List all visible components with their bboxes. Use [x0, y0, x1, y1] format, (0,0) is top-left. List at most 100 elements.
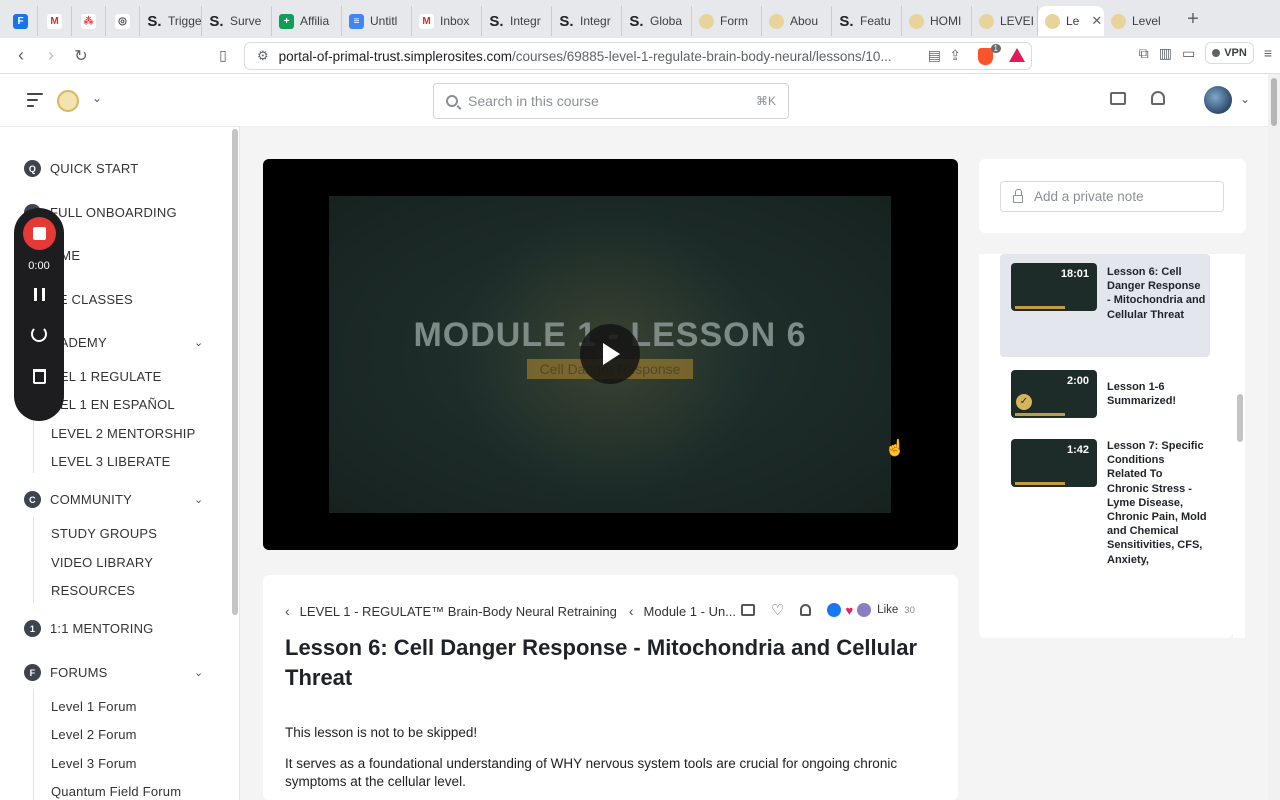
- tab-favicon: ◎: [115, 13, 130, 29]
- url-field[interactable]: ⚙ portal-of-primal-trust.simplerosites.c…: [244, 42, 1032, 70]
- browser-tab[interactable]: HOMI: [902, 6, 972, 36]
- sidebar-subitem[interactable]: VEL 1 EN ESPAÑOL: [51, 397, 175, 412]
- browser-tab[interactable]: ◎: [106, 6, 140, 36]
- tab-label: Form: [720, 14, 748, 28]
- sidebar-item-forums[interactable]: F FORUMS ⌄: [24, 664, 203, 681]
- private-note-input[interactable]: Add a private note: [1000, 181, 1224, 212]
- sidebar-scrollbar[interactable]: [232, 129, 238, 615]
- back-icon[interactable]: ‹: [6, 45, 36, 66]
- stop-recording-button[interactable]: [23, 217, 56, 250]
- sidebar-subitem[interactable]: Level 2 Forum: [51, 727, 137, 742]
- site-settings-icon[interactable]: ⚙: [257, 48, 269, 64]
- chevron-down-icon[interactable]: ⌄: [1240, 92, 1250, 106]
- browser-tab[interactable]: + Affilia: [272, 6, 342, 36]
- browser-tab[interactable]: Level: [1104, 6, 1170, 36]
- mouse-cursor-icon: ☝: [885, 440, 905, 457]
- new-tab-button[interactable]: +: [1178, 8, 1208, 31]
- browser-tab[interactable]: S. Featu: [832, 6, 902, 36]
- playlist-item[interactable]: 1:42 Lesson 7: Specific Conditions Relat…: [1000, 430, 1210, 638]
- nav-divider: [33, 689, 34, 800]
- chat-icon[interactable]: [1110, 92, 1126, 105]
- play-button[interactable]: [580, 324, 640, 384]
- browser-tab[interactable]: Abou: [762, 6, 832, 36]
- sidebar-subitem[interactable]: Level 1 Forum: [51, 699, 137, 714]
- breadcrumb-module-link[interactable]: Module 1 - Un...: [644, 604, 737, 619]
- pause-icon[interactable]: [34, 288, 45, 301]
- thumbs-up-reaction-icon: [827, 603, 842, 617]
- close-tab-icon[interactable]: ✕: [1091, 13, 1102, 29]
- browser-tab[interactable]: ≡ Untitl: [342, 6, 412, 36]
- playlist-scrollbar[interactable]: [1233, 254, 1245, 638]
- sidebar-subitem[interactable]: VEL 1 REGULATE: [51, 369, 161, 384]
- breadcrumb-course-link[interactable]: LEVEL 1 - REGULATE™ Brain-Body Neural Re…: [300, 604, 617, 619]
- wallet-icon[interactable]: ▭: [1182, 45, 1195, 62]
- browser-tab[interactable]: LEVEI: [972, 6, 1038, 36]
- extensions-icon[interactable]: ⧉: [1139, 45, 1149, 62]
- screen-recorder-toolbar: 0:00: [14, 208, 64, 421]
- chevron-down-icon[interactable]: ⌄: [92, 91, 102, 105]
- sidebar-toggle-icon[interactable]: ▥: [1159, 45, 1172, 62]
- sidebar-item-mentoring[interactable]: 1 1:1 MENTORING: [24, 620, 154, 637]
- tab-label: Integr: [510, 14, 541, 28]
- sidebar-subitem[interactable]: LEVEL 3 LIBERATE: [51, 454, 171, 469]
- playlist-item[interactable]: 2:00 ✓ Lesson 1-6 Summarized!: [1000, 361, 1210, 423]
- scrollbar-thumb[interactable]: [1271, 78, 1277, 126]
- vpn-button[interactable]: VPN: [1205, 42, 1254, 64]
- browser-menu-icon[interactable]: ≡: [1264, 45, 1272, 61]
- user-avatar[interactable]: [1204, 86, 1232, 114]
- sidebar-subitem[interactable]: Quantum Field Forum: [51, 784, 181, 799]
- chevron-down-icon[interactable]: ⌄: [194, 336, 203, 349]
- completed-check-icon: ✓: [1016, 394, 1032, 410]
- reader-mode-icon[interactable]: ▤: [928, 47, 941, 64]
- playlist-scrollbar-thumb[interactable]: [1237, 394, 1243, 442]
- sidebar-subitem[interactable]: STUDY GROUPS: [51, 526, 157, 541]
- video-player[interactable]: MODULE 1 - LESSON 6 Cell Danger Response: [263, 159, 958, 550]
- sidebar-item-label: QUICK START: [50, 161, 139, 176]
- course-search-input[interactable]: Search in this course ⌘K: [433, 83, 789, 119]
- browser-tab[interactable]: S. Globa: [622, 6, 692, 36]
- tab-favicon: [699, 13, 714, 29]
- browser-tab[interactable]: F: [4, 6, 38, 36]
- sidebar-subitem[interactable]: LEVEL 2 MENTORSHIP: [51, 426, 195, 441]
- browser-tab[interactable]: M Inbox: [412, 6, 482, 36]
- recording-timer: 0:00: [28, 260, 50, 272]
- browser-tab[interactable]: S. Integr: [552, 6, 622, 36]
- tab-favicon: F: [13, 13, 28, 29]
- reload-icon[interactable]: ↻: [66, 46, 96, 66]
- sidebar-item-community[interactable]: C COMMUNITY ⌄: [24, 491, 203, 508]
- brave-rewards-icon[interactable]: [1009, 48, 1025, 62]
- bookmark-icon[interactable]: ▯: [208, 47, 238, 64]
- tab-favicon: ⁂: [81, 13, 96, 29]
- sidebar-subitem[interactable]: VIDEO LIBRARY: [51, 555, 153, 570]
- browser-tab[interactable]: S. Integr: [482, 6, 552, 36]
- lesson-description: This lesson is not to be skipped!: [285, 725, 478, 740]
- comment-icon[interactable]: [741, 604, 755, 616]
- site-logo[interactable]: [57, 90, 79, 112]
- chevron-down-icon[interactable]: ⌄: [194, 666, 203, 679]
- sidebar-subitem[interactable]: RESOURCES: [51, 583, 135, 598]
- chevron-down-icon[interactable]: ⌄: [194, 493, 203, 506]
- notification-bell-icon[interactable]: [1151, 91, 1165, 105]
- tab-label: Untitl: [370, 14, 398, 28]
- browser-toolbar-right: ⧉ ▥ ▭ VPN ≡: [1139, 42, 1272, 64]
- browser-tab[interactable]: S. Surve: [202, 6, 272, 36]
- thumbnail-accent-bar: [1015, 482, 1065, 485]
- sidebar-subitem[interactable]: Level 3 Forum: [51, 756, 137, 771]
- browser-tab-active[interactable]: Le ✕: [1038, 6, 1104, 36]
- browser-tab[interactable]: Form: [692, 6, 762, 36]
- share-icon[interactable]: ⇪: [949, 47, 961, 64]
- forward-icon[interactable]: ›: [36, 45, 66, 66]
- address-bar-row: ‹ › ↻ ▯ ⚙ portal-of-primal-trust.simpler…: [0, 38, 1280, 74]
- restart-icon[interactable]: [31, 326, 47, 342]
- trash-icon[interactable]: [33, 369, 46, 384]
- browser-tab[interactable]: ⁂: [72, 6, 106, 36]
- menu-icon[interactable]: [27, 93, 43, 107]
- browser-tab[interactable]: S. Trigge: [140, 6, 202, 36]
- reactions-button[interactable]: ♥ Like 30: [827, 603, 915, 618]
- subscribe-bell-icon[interactable]: [800, 604, 812, 616]
- favorite-heart-icon[interactable]: ♡: [771, 601, 784, 619]
- browser-tab[interactable]: M: [38, 6, 72, 36]
- page-scrollbar[interactable]: [1268, 74, 1280, 800]
- sidebar-item-quick-start[interactable]: Q QUICK START: [24, 160, 138, 177]
- playlist-item-active[interactable]: 18:01 Lesson 6: Cell Danger Response - M…: [1000, 254, 1210, 357]
